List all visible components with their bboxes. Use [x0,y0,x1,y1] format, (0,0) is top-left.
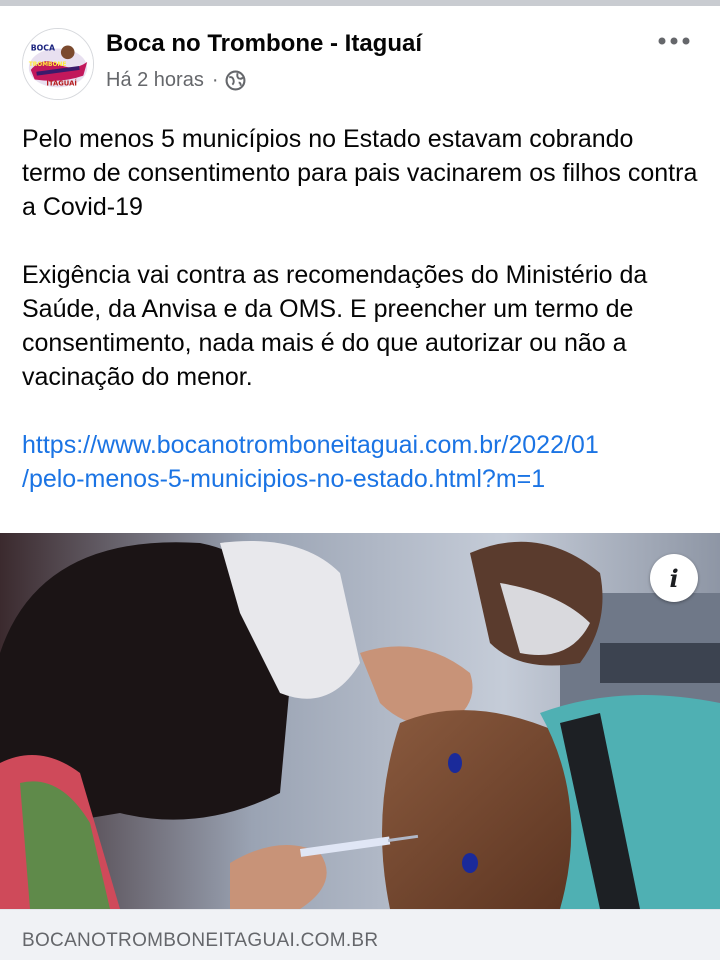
more-options-button[interactable] [652,26,696,56]
avatar-text-boca: BOCA [31,43,55,52]
vaccination-photo [0,533,720,909]
post-link-line: https://www.bocanotromboneitaguai.com.br… [22,431,599,459]
link-preview-domain: BOCANOTROMBONEITAGUAI.COM.BR [22,930,379,951]
link-preview-image[interactable] [0,533,720,909]
more-options-icon [658,37,690,45]
post-timestamp[interactable]: Há 2 horas [106,69,204,92]
info-button[interactable]: i [650,554,698,602]
post-paragraph: Pelo menos 5 municípios no Estado estava… [22,125,698,221]
meta-separator: · [211,68,219,91]
post-header: BOCA TROMBONE ITAGUAÍ Boca no Trombone -… [0,6,720,106]
post-paragraph: Exigência vai contra as recomendações do… [22,261,648,391]
post-external-link[interactable]: https://www.bocanotromboneitaguai.com.br… [22,428,702,496]
page-name-link[interactable]: Boca no Trombone - Itaguaí [106,30,422,58]
post-body: Pelo menos 5 municípios no Estado estava… [22,122,702,496]
link-preview-footer[interactable]: BOCANOTROMBONEITAGUAI.COM.BR [0,909,720,960]
post-link-line: /pelo-menos-5-municipios-no-estado.html?… [22,465,546,493]
globe-icon [225,70,245,90]
avatar-text-trombone: TROMBONE [29,62,66,68]
avatar-text-itaguai: ITAGUAÍ [46,78,77,87]
info-icon: i [669,563,679,593]
avatar-logo-image: BOCA TROMBONE ITAGUAÍ [23,29,93,99]
page-avatar[interactable]: BOCA TROMBONE ITAGUAÍ [22,28,94,100]
post-meta: Há 2 horas · [106,67,246,93]
